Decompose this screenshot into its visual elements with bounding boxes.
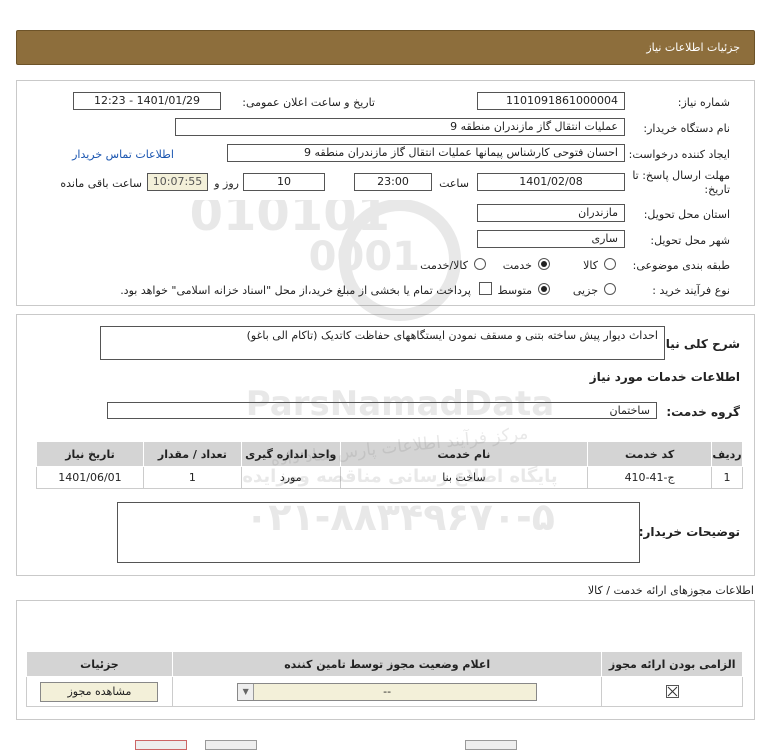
- table-row: -- ▼ مشاهده مجوز: [26, 676, 743, 707]
- permits-info-heading: اطلاعات مجوزهای ارائه خدمت / کالا: [587, 584, 754, 597]
- cell-unit: مورد: [240, 466, 341, 489]
- permits-table: الزامی بودن ارائه مجوز اعلام وضعیت مجوز …: [26, 651, 743, 707]
- announce-datetime-label: تاریخ و ساعت اعلان عمومی:: [242, 96, 375, 109]
- cell-permit-required: [601, 676, 743, 707]
- category-label-goods-service: کالا/خدمت: [420, 259, 468, 272]
- process-label-minor: جزیی: [572, 284, 598, 297]
- col-permit-status: اعلام وضعیت مجوز توسط تامین کننده: [171, 651, 603, 677]
- days-label: روز و: [214, 177, 239, 190]
- category-radio-service[interactable]: [538, 258, 550, 270]
- requester-field[interactable]: احسان فتوحی کارشناس پیمانها عملیات انتقا…: [227, 144, 625, 162]
- announce-datetime-field[interactable]: 1401/01/29 - 12:23: [73, 92, 221, 110]
- service-group-label: گروه خدمت:: [666, 405, 740, 419]
- page-title-bar: جزئیات اطلاعات نیاز: [16, 30, 755, 65]
- cell-quantity: 1: [142, 466, 242, 489]
- deadline-days-field[interactable]: 10: [243, 173, 325, 191]
- dropdown-arrow-icon[interactable]: ▼: [238, 683, 255, 700]
- bottom-button-middle[interactable]: [205, 740, 257, 750]
- deadline-label: مهلت ارسال پاسخ: تا: [632, 169, 730, 182]
- category-label-service: خدمت: [502, 259, 532, 272]
- treasury-note: پرداخت تمام یا بخشی از مبلغ خرید،از محل …: [120, 284, 471, 297]
- category-radio-goods-service[interactable]: [474, 258, 486, 270]
- bottom-button-left[interactable]: [135, 740, 187, 750]
- treasury-checkbox[interactable]: [479, 282, 492, 295]
- city-field[interactable]: ساری: [477, 230, 625, 248]
- permit-status-value: --: [383, 684, 392, 698]
- city-label: شهر محل تحویل:: [650, 234, 730, 247]
- deadline-date-field[interactable]: 1401/02/08: [477, 173, 625, 191]
- process-type-label: نوع فرآیند خرید :: [652, 284, 730, 297]
- cell-permit-details: مشاهده مجوز: [26, 676, 173, 707]
- category-label-goods: کالا: [583, 259, 598, 272]
- remaining-time-field: 10:07:55: [147, 173, 208, 191]
- permits-table-header: الزامی بودن ارائه مجوز اعلام وضعیت مجوز …: [26, 651, 743, 677]
- buyer-notes-label: توضیحات خریدار:: [638, 525, 740, 539]
- col-permit-details: جزئیات: [26, 651, 173, 677]
- cell-service-code: ج-41-410: [587, 466, 713, 489]
- buyer-org-label: نام دستگاه خریدار:: [643, 122, 730, 135]
- general-desc-label: شرح کلی نیاز:: [654, 337, 740, 351]
- cell-permit-status: -- ▼: [171, 676, 603, 707]
- page-title: جزئیات اطلاعات نیاز: [646, 41, 740, 54]
- col-service-code: کد خدمت: [587, 441, 713, 467]
- col-permit-required: الزامی بودن ارائه مجوز: [601, 651, 743, 677]
- need-number-label: شماره نیاز:: [677, 96, 730, 109]
- table-row: 1 ج-41-410 ساخت بنا مورد 1 1401/06/01: [36, 466, 743, 489]
- deadline-time-label: ساعت: [439, 177, 469, 190]
- requester-label: ایجاد کننده درخواست:: [628, 148, 730, 161]
- buyer-org-field[interactable]: عملیات انتقال گاز مازندران منطقه 9: [175, 118, 625, 136]
- required-checkbox[interactable]: [665, 685, 679, 699]
- need-details-section: شماره نیاز: 1101091861000004 تاریخ و ساع…: [16, 80, 755, 306]
- deadline-label-date: تاریخ:: [704, 183, 730, 196]
- buyer-notes-field[interactable]: [117, 502, 640, 563]
- cell-need-date: 1401/06/01: [36, 466, 144, 489]
- deadline-time-field[interactable]: 23:00: [354, 173, 432, 191]
- process-label-medium: متوسط: [497, 284, 532, 297]
- col-need-date: تاریخ نیاز: [36, 441, 144, 467]
- permits-section: الزامی بودن ارائه مجوز اعلام وضعیت مجوز …: [16, 600, 755, 720]
- contact-buyer-link[interactable]: اطلاعات تماس خریدار: [72, 148, 174, 161]
- services-table-header: ردیف کد خدمت نام خدمت واحد اندازه گیری ت…: [36, 441, 743, 467]
- general-desc-field[interactable]: احداث دیوار پیش ساخته بتنی و مسقف نمودن …: [100, 326, 665, 360]
- service-group-field[interactable]: ساختمان: [107, 402, 657, 419]
- col-unit: واحد اندازه گیری: [240, 441, 341, 467]
- bottom-button-right[interactable]: [465, 740, 517, 750]
- col-row-number: ردیف: [711, 441, 743, 467]
- cell-service-name: ساخت بنا: [339, 466, 589, 489]
- services-section: شرح کلی نیاز: احداث دیوار پیش ساخته بتنی…: [16, 314, 755, 576]
- process-radio-medium[interactable]: [538, 283, 550, 295]
- cell-row-number: 1: [711, 466, 743, 489]
- view-permit-button[interactable]: مشاهده مجوز: [40, 681, 159, 702]
- permit-status-select[interactable]: -- ▼: [237, 682, 538, 701]
- category-label: طبقه بندی موضوعی:: [632, 259, 730, 272]
- col-quantity: تعداد / مقدار: [142, 441, 242, 467]
- services-info-heading: اطلاعات خدمات مورد نیاز: [589, 370, 740, 384]
- province-field[interactable]: مازندران: [477, 204, 625, 222]
- province-label: استان محل تحویل:: [643, 208, 730, 221]
- category-radio-goods[interactable]: [604, 258, 616, 270]
- col-service-name: نام خدمت: [339, 441, 589, 467]
- cross-icon: [667, 686, 678, 697]
- services-table: ردیف کد خدمت نام خدمت واحد اندازه گیری ت…: [36, 441, 743, 489]
- need-number-field[interactable]: 1101091861000004: [477, 92, 625, 110]
- remaining-label: ساعت باقی مانده: [60, 177, 142, 190]
- process-radio-minor[interactable]: [604, 283, 616, 295]
